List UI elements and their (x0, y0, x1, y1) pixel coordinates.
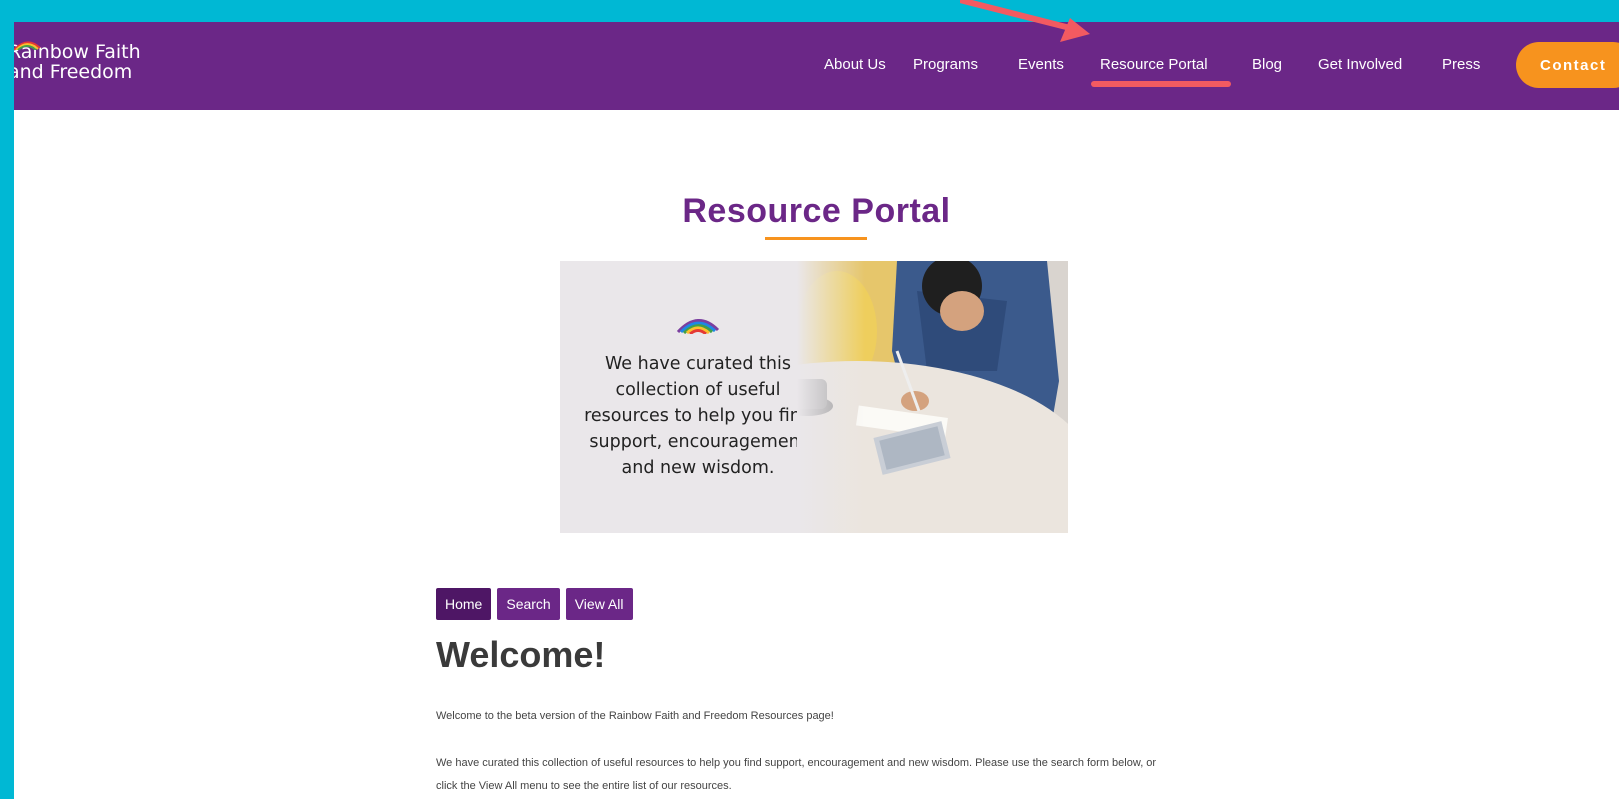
home-button[interactable]: Home (436, 588, 492, 620)
resource-subnav: Home Search View All (436, 588, 633, 620)
site-logo[interactable]: Rainbow Faith and Freedom (14, 41, 168, 83)
nav-blog[interactable]: Blog (1252, 56, 1282, 73)
nav-programs[interactable]: Programs (913, 56, 978, 73)
search-button[interactable]: Search (497, 588, 560, 620)
nav-get-involved[interactable]: Get Involved (1318, 56, 1402, 73)
view-all-button[interactable]: View All (565, 588, 633, 620)
nav-events[interactable]: Events (1018, 56, 1064, 73)
nav-about-us[interactable]: About Us (824, 56, 886, 73)
hero-banner: We have curated this collection of usefu… (560, 261, 1068, 533)
nav-press[interactable]: Press (1442, 56, 1480, 73)
person-writing-photo (797, 261, 1068, 533)
site-header: Rainbow Faith and Freedom About Us Progr… (14, 22, 1619, 110)
title-underline (765, 237, 867, 240)
rainbow-icon (676, 319, 720, 334)
rainbow-icon (14, 41, 41, 50)
nav-resource-portal[interactable]: Resource Portal (1100, 56, 1208, 73)
logo-line-2: and Freedom (14, 61, 133, 83)
arrow-icon (960, 0, 1090, 42)
hero-text: We have curated this collection of usefu… (584, 354, 812, 478)
page-title: Resource Portal (682, 192, 951, 230)
welcome-heading: Welcome! (436, 634, 606, 675)
browser-frame: Rainbow Faith and Freedom About Us Progr… (14, 22, 1619, 799)
intro-paragraph: Welcome to the beta version of the Rainb… (436, 710, 834, 722)
contact-button[interactable]: Contact (1516, 42, 1619, 88)
active-nav-underline (1091, 81, 1231, 87)
description-paragraph: We have curated this collection of usefu… (436, 757, 1157, 792)
